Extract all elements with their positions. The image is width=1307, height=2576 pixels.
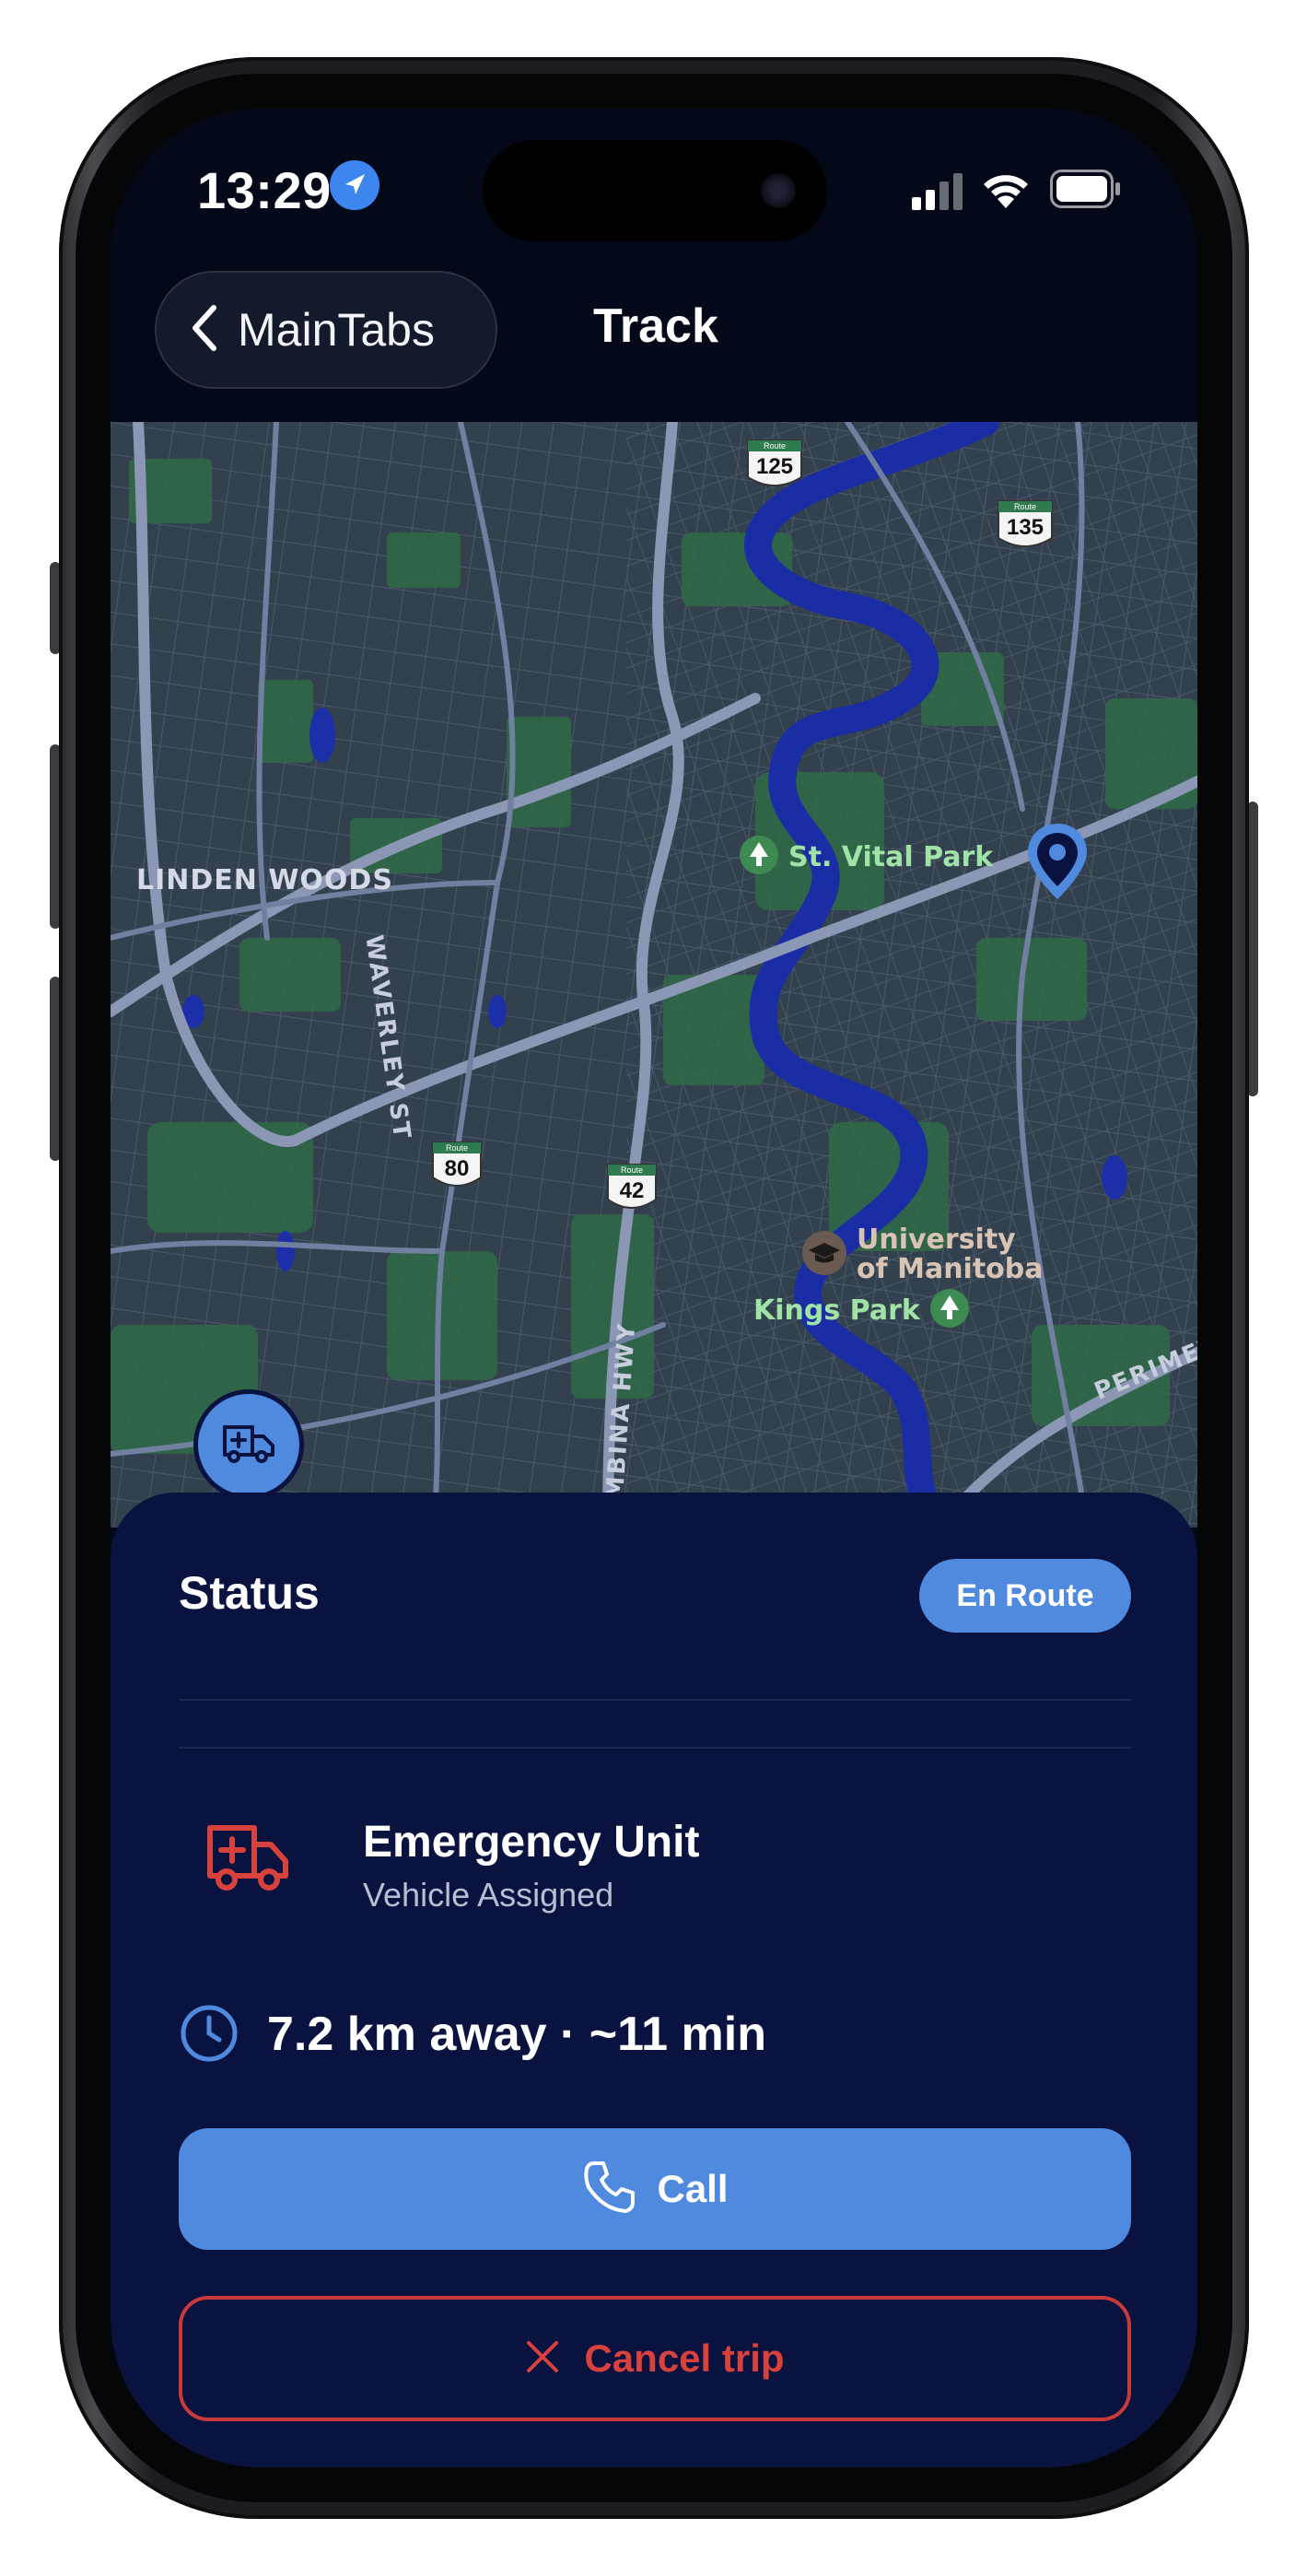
page-title: Track — [593, 299, 718, 353]
map-pin-icon[interactable] — [1022, 820, 1092, 907]
poi-st-vital-park[interactable]: St. Vital Park — [739, 835, 993, 880]
status-badge: En Route — [919, 1559, 1131, 1633]
eta-text: 7.2 km away · ~11 min — [267, 2008, 766, 2061]
battery-icon — [1050, 170, 1122, 213]
route-shield-label: Route — [763, 441, 787, 451]
poi-label: of Manitoba — [857, 1253, 1044, 1285]
route-shield-number: 80 — [444, 1156, 470, 1181]
route-shield-125: Route 125 — [744, 439, 805, 498]
poi-label: Kings Park — [753, 1294, 920, 1327]
call-button[interactable]: Call — [179, 2128, 1131, 2250]
status-heading: Status — [179, 1567, 320, 1619]
route-shield-label: Route — [620, 1165, 644, 1175]
vehicle-marker[interactable] — [193, 1389, 304, 1500]
back-button-label: MainTabs — [238, 304, 435, 356]
route-shield-number: 42 — [619, 1178, 645, 1203]
map-label-linden-woods: LINDEN WOODS — [136, 864, 393, 896]
location-arrow-icon — [330, 160, 379, 210]
close-icon — [525, 2339, 560, 2379]
route-shield-label: Route — [1013, 502, 1037, 511]
poi-label: St. Vital Park — [788, 841, 994, 873]
status-time: 13:29 — [197, 161, 332, 219]
route-shield-number: 125 — [755, 454, 794, 479]
cancel-trip-button[interactable]: Cancel trip — [179, 2296, 1131, 2421]
unit-title: Emergency Unit — [363, 1818, 700, 1867]
ambulance-icon — [204, 1821, 291, 1899]
screen: 13:29 MainTabs Track LINDEN WOODS WAVERL… — [111, 109, 1197, 2467]
cancel-trip-label: Cancel trip — [584, 2336, 785, 2380]
chevron-left-icon — [188, 302, 221, 358]
graduation-cap-icon — [801, 1230, 847, 1281]
route-shield-42: Route 42 — [604, 1163, 659, 1221]
poi-kings-park[interactable]: Kings Park — [753, 1288, 970, 1333]
route-shield-135: Route 135 — [995, 499, 1056, 559]
front-camera — [761, 173, 796, 208]
route-shield-label: Route — [445, 1143, 469, 1153]
route-shield-80: Route 80 — [429, 1141, 484, 1199]
divider — [179, 1747, 1131, 1749]
route-shield-number: 135 — [1006, 515, 1044, 540]
ambulance-icon — [221, 1422, 276, 1469]
poi-label: University — [857, 1224, 1016, 1256]
phone-icon — [581, 2160, 636, 2219]
call-button-label: Call — [657, 2167, 729, 2210]
wifi-icon — [980, 168, 1032, 213]
park-icon — [739, 835, 779, 880]
poi-university-of-manitoba[interactable]: University of Manitoba — [801, 1225, 1044, 1284]
map-view[interactable]: LINDEN WOODS WAVERLEY ST PEMBINA HWY PER… — [111, 422, 1197, 1528]
unit-subtitle: Vehicle Assigned — [363, 1876, 614, 1914]
clock-icon — [179, 2003, 239, 2068]
cellular-signal-icon — [912, 173, 967, 215]
park-icon — [929, 1288, 970, 1333]
back-button[interactable]: MainTabs — [155, 271, 497, 389]
divider — [179, 1699, 1131, 1701]
